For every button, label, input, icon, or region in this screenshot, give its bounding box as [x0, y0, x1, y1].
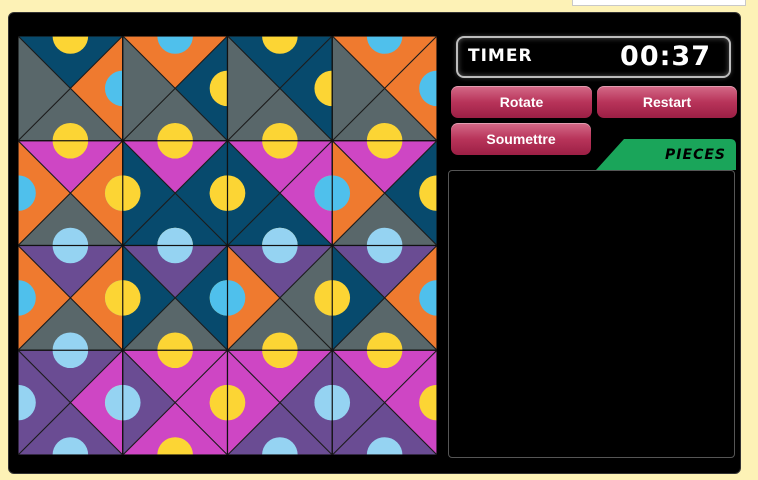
timer-label: TIMER [468, 46, 533, 66]
pieces-tab: PIECES [596, 139, 736, 170]
puzzle-board[interactable] [18, 36, 437, 455]
puzzle-board-svg[interactable] [18, 36, 437, 455]
timer-display: TIMER 00:37 [456, 36, 731, 78]
timer-value: 00:37 [620, 41, 711, 72]
pieces-tray[interactable] [448, 170, 735, 458]
pieces-label: PIECES [665, 147, 726, 163]
restart-button[interactable]: Restart [597, 86, 737, 118]
submit-button[interactable]: Soumettre [451, 123, 591, 155]
rotate-button[interactable]: Rotate [451, 86, 592, 118]
browser-tab-edge [572, 0, 746, 6]
